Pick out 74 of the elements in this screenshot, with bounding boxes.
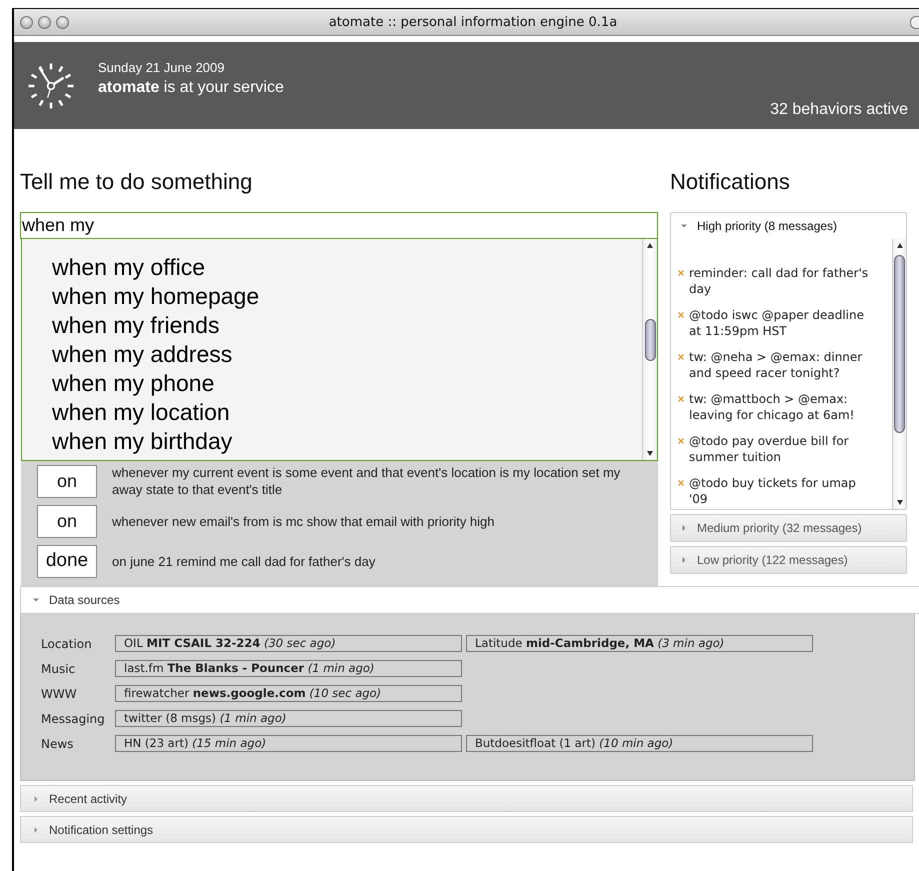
source-label: WWW — [41, 686, 78, 700]
section-header[interactable]: Notification settings — [20, 816, 913, 843]
expand-arrow-icon — [681, 223, 687, 229]
section-label: Data sources — [49, 593, 120, 607]
expand-arrow-icon — [33, 597, 39, 603]
behavior-text: whenever new email's from is mc show that email with priority high — [112, 512, 496, 530]
suggestion-item[interactable]: when my phone — [52, 369, 642, 398]
scroll-up-icon[interactable] — [896, 242, 904, 250]
minimize-button[interactable] — [38, 16, 51, 28]
command-field[interactable]: when my — [20, 212, 658, 239]
window-title: atomate :: personal information engine 0.1a — [328, 14, 618, 30]
greeting-text: atomate is at your service — [98, 79, 284, 97]
dismiss-icon[interactable] — [677, 269, 685, 277]
suggestion-item[interactable]: when my homepage — [52, 282, 642, 311]
collapse-arrow-icon — [33, 826, 39, 832]
scroll-up-icon[interactable] — [646, 242, 654, 250]
priority-group-header[interactable]: Medium priority (32 messages) — [671, 515, 906, 541]
source-label: Location — [41, 636, 93, 650]
dismiss-icon[interactable] — [677, 311, 685, 319]
group-label: High priority (8 messages) — [697, 219, 838, 233]
dismiss-icon[interactable] — [677, 353, 685, 361]
source-value: twitter (8 msgs) (1 min ago) — [115, 710, 462, 727]
section-heading: Notifications — [670, 169, 791, 195]
section-label: Notification settings — [49, 822, 154, 836]
scroll-down-icon[interactable] — [896, 498, 904, 506]
source-label: News — [41, 736, 74, 750]
suggestion-item[interactable]: when my office — [52, 253, 642, 282]
source-value: Latitude mid-Cambridge, MA (3 min ago) — [466, 635, 813, 652]
behaviors-count: 32 behaviors active — [770, 101, 908, 119]
zoom-button[interactable] — [56, 16, 69, 28]
notification-text: @todo iswc @paper deadline at 11:59pm HST — [689, 307, 865, 339]
dismiss-icon[interactable] — [677, 395, 685, 403]
collapse-arrow-icon — [33, 796, 39, 802]
priority-group-header[interactable]: Low priority (122 messages) — [671, 547, 906, 573]
clock-icon — [26, 60, 76, 110]
notification-text: tw: @mattboch > @emax: leaving for chicago at 6am! — [689, 391, 856, 423]
source-value: OIL MIT CSAIL 32-224 (30 sec ago) — [115, 635, 462, 652]
notification-text: tw: @neha > @emax: dinner and speed racer tonight? — [689, 349, 864, 381]
behavior-status[interactable]: on — [37, 464, 97, 498]
group-label: Medium priority (32 messages) — [697, 521, 862, 535]
scroll-thumb[interactable] — [894, 255, 905, 433]
section-label: Recent activity — [49, 792, 128, 806]
suggestion-item[interactable]: when my friends — [52, 311, 642, 340]
source-value: last.fm The Blanks - Pouncer (1 min ago) — [115, 660, 462, 677]
scrollbar[interactable] — [892, 239, 906, 509]
dismiss-icon[interactable] — [677, 437, 685, 445]
section-heading: Tell me to do something — [20, 169, 254, 195]
section-header[interactable]: Recent activity — [20, 785, 913, 812]
suggestion-item[interactable]: when my location — [52, 398, 642, 427]
suggestion-item[interactable]: when my address — [52, 340, 642, 369]
scrollbar[interactable] — [642, 239, 657, 460]
source-value: Butdoesitfloat (1 art) (10 min ago) — [466, 735, 813, 752]
date-text: Sunday 21 June 2009 — [98, 60, 226, 75]
behavior-text: on june 21 remind me call dad for father's day — [112, 552, 376, 570]
source-value: HN (23 art) (15 min ago) — [115, 735, 462, 752]
group-label: Low priority (122 messages) — [697, 553, 848, 567]
close-button[interactable] — [20, 16, 33, 28]
source-label: Messaging — [41, 712, 106, 726]
behavior-status[interactable]: on — [37, 504, 97, 538]
data-sources-header[interactable]: Data sources — [20, 586, 919, 614]
priority-group-header[interactable]: High priority (8 messages) — [671, 213, 906, 239]
scroll-down-icon[interactable] — [646, 449, 654, 457]
collapse-arrow-icon — [681, 525, 687, 531]
notification-text: @todo buy tickets for umap '09 — [689, 475, 857, 507]
dismiss-icon[interactable] — [677, 479, 685, 487]
behavior-text: whenever my current event is some event and that event's location is my location set my away state to that event's title — [112, 464, 622, 498]
source-value: firewatcher news.google.com (10 sec ago) — [115, 685, 462, 702]
suggestion-item[interactable]: when my birthday — [52, 427, 642, 456]
scroll-thumb[interactable] — [644, 319, 656, 361]
notification-text: reminder: call dad for father's day — [689, 265, 870, 297]
notification-text: @todo pay overdue bill for summer tuition — [689, 433, 850, 465]
source-label: Music — [41, 662, 76, 676]
collapse-arrow-icon — [681, 557, 687, 563]
behavior-status[interactable]: done — [37, 544, 97, 578]
